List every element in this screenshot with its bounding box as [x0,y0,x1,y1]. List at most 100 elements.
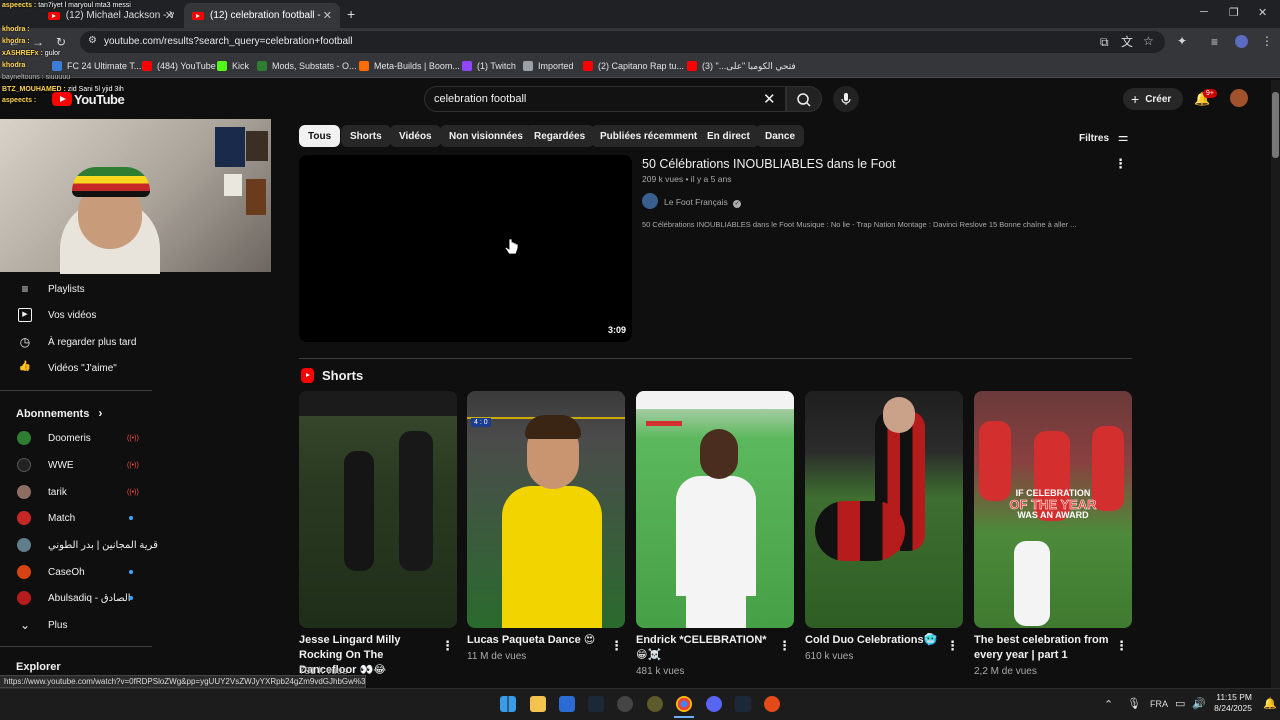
chip-dance[interactable]: Dance [756,125,805,147]
short-title[interactable]: Lucas Paqueta Dance 😍 [467,633,607,648]
youtube-logo-icon[interactable] [52,92,72,106]
url-text[interactable]: youtube.com/results?search_query=celebra… [104,36,353,47]
app-icon[interactable] [764,696,780,712]
chip-unwatched[interactable]: Non visionnées [440,125,532,147]
bookmark-item[interactable]: Kick [217,61,249,71]
extensions-icon[interactable]: ✦ [1177,35,1187,47]
new-tab-button[interactable]: + [347,6,355,22]
short-thumbnail[interactable] [636,391,794,628]
clear-search-icon[interactable]: ✕ [763,90,776,108]
bookmark-item[interactable]: Imported [523,61,574,71]
video-menu-icon[interactable]: ⋮ [1114,155,1127,173]
start-icon[interactable] [500,696,516,712]
profile-avatar[interactable] [1235,35,1248,48]
chip-all[interactable]: Tous [299,125,341,147]
tray-chevron-icon[interactable]: ⌃ [1104,698,1113,711]
app-icon[interactable] [647,696,663,712]
close-window-icon[interactable]: ✕ [1258,6,1267,19]
sidebar-item-playlists[interactable]: ≡ Playlists [0,276,152,302]
short-title[interactable]: Endrick *CELEBRATION* 😁☠️ [636,633,776,663]
language-indicator[interactable]: FRA [1150,699,1168,709]
filters-button[interactable]: Filtres ⚌ [1079,130,1129,144]
site-info-icon[interactable]: ⚙ [88,36,97,46]
sidebar-sub-abulsadiq[interactable]: Abulsadiq - الصادق [0,585,152,611]
active-app-indicator [674,716,694,718]
short-thumbnail[interactable]: IF CELEBRATION OF THE YEAR WAS AN AWARD [974,391,1132,628]
sidebar-sub-wwe[interactable]: WWE ((•)) [0,452,152,478]
bookmark-item[interactable]: فتحي الكومبا "على..." (3) [687,61,796,72]
short-menu-icon[interactable]: ⋮ [1115,638,1128,654]
search-query-text[interactable]: celebration football [434,93,526,105]
chip-shorts[interactable]: Shorts [341,125,391,147]
video-thumbnail[interactable] [299,155,632,342]
create-button[interactable]: + Créer [1123,88,1183,110]
store-icon[interactable] [559,696,575,712]
microphone-tray-icon[interactable]: 🎙 [1127,697,1141,710]
bookmark-item[interactable]: Mods, Substats - O... [257,61,357,71]
sidebar-sub-caseoh[interactable]: CaseOh [0,559,152,585]
sidebar-sub-match[interactable]: Match [0,505,152,531]
bookmark-item[interactable]: (2) Capitano Rap tu... [583,61,684,71]
search-button[interactable] [786,86,822,112]
short-title[interactable]: Cold Duo Celebrations🥶 [805,633,945,648]
windows-taskbar [0,688,1280,720]
reload-icon[interactable]: ↻ [56,36,66,48]
install-icon[interactable]: ⧉ [1100,36,1109,48]
sidebar-more[interactable]: ⌄ Plus [0,612,152,638]
chip-watched[interactable]: Regardées [525,125,595,147]
voice-search-button[interactable] [833,86,859,112]
chat-line: aspeects : tan7iyet l maryoul mta3 messi [2,2,131,9]
short-menu-icon[interactable]: ⋮ [946,638,959,654]
short-thumbnail[interactable]: 4 : 0 [467,391,625,628]
bookmark-item[interactable]: (484) YouTube [142,61,216,71]
media-icon[interactable]: ≡ [1211,36,1218,48]
close-tab-icon[interactable]: ✕ [165,9,174,22]
forward-icon[interactable]: → [32,36,44,48]
scrollbar-thumb[interactable] [1272,92,1279,158]
notification-center-icon[interactable]: 🔔 [1263,697,1277,710]
youtube-logo-text[interactable]: YouTube [74,92,125,107]
bookmark-star-icon[interactable]: ☆ [1143,35,1154,47]
minimize-icon[interactable]: ─ [1200,6,1208,18]
file-explorer-icon[interactable] [530,696,546,712]
chip-recently-uploaded[interactable]: Publiées récemment [591,125,707,147]
steam-icon[interactable] [735,696,751,712]
page-scrollbar[interactable] [1271,80,1280,688]
chip-live[interactable]: En direct [698,125,759,147]
volume-icon[interactable]: 🔊 [1192,697,1206,710]
sidebar-item-liked-videos[interactable]: 👍 Vidéos "J'aime" [0,355,152,381]
folder-icon [523,61,533,71]
restore-icon[interactable]: ❐ [1229,6,1239,19]
app-icon[interactable] [617,696,633,712]
chrome-icon[interactable] [676,696,692,712]
close-tab-icon[interactable]: ✕ [323,9,332,22]
channel-name[interactable]: Le Foot Français ✓ [664,197,742,208]
discord-icon[interactable] [706,696,722,712]
browser-tab-active[interactable]: (12) celebration football - YouTube ✕ [184,3,340,28]
account-avatar[interactable] [1230,89,1248,107]
short-menu-icon[interactable]: ⋮ [441,638,454,654]
bookmark-item[interactable]: FC 24 Ultimate T... [52,61,141,71]
clock[interactable]: 11:15 PM 8/24/2025 [1212,692,1252,714]
sidebar-sub-tarik[interactable]: tarik ((•)) [0,479,152,505]
bookmark-item[interactable]: Meta-Builds | Boom... [359,61,460,71]
player-figure [815,501,905,561]
short-menu-icon[interactable]: ⋮ [610,638,623,654]
video-title[interactable]: 50 Célébrations INOUBLIABLES dans le Foo… [642,157,896,171]
chrome-menu-icon[interactable]: ⋮ [1261,35,1273,47]
sidebar-sub-doomeris[interactable]: Doomeris ((•)) [0,425,152,451]
sidebar-item-watch-later[interactable]: ◷ À regarder plus tard [0,329,152,355]
sidebar-item-your-videos[interactable]: ▶ Vos vidéos [0,302,152,328]
short-menu-icon[interactable]: ⋮ [778,638,791,654]
bookmark-item[interactable]: (1) Twitch [462,61,516,71]
subscriptions-header[interactable]: Abonnements › [16,406,102,420]
short-title[interactable]: The best celebration from every year | p… [974,633,1114,663]
short-thumbnail[interactable] [299,391,457,628]
network-icon[interactable]: ▭ [1175,697,1185,710]
sidebar-sub-qaryat[interactable]: قرية المجانين | بدر الطوني [0,532,158,558]
translate-icon[interactable]: 文 [1121,36,1133,48]
steam-icon[interactable] [588,696,604,712]
chip-videos[interactable]: Vidéos [390,125,441,147]
channel-avatar[interactable] [642,193,658,209]
short-thumbnail[interactable] [805,391,963,628]
